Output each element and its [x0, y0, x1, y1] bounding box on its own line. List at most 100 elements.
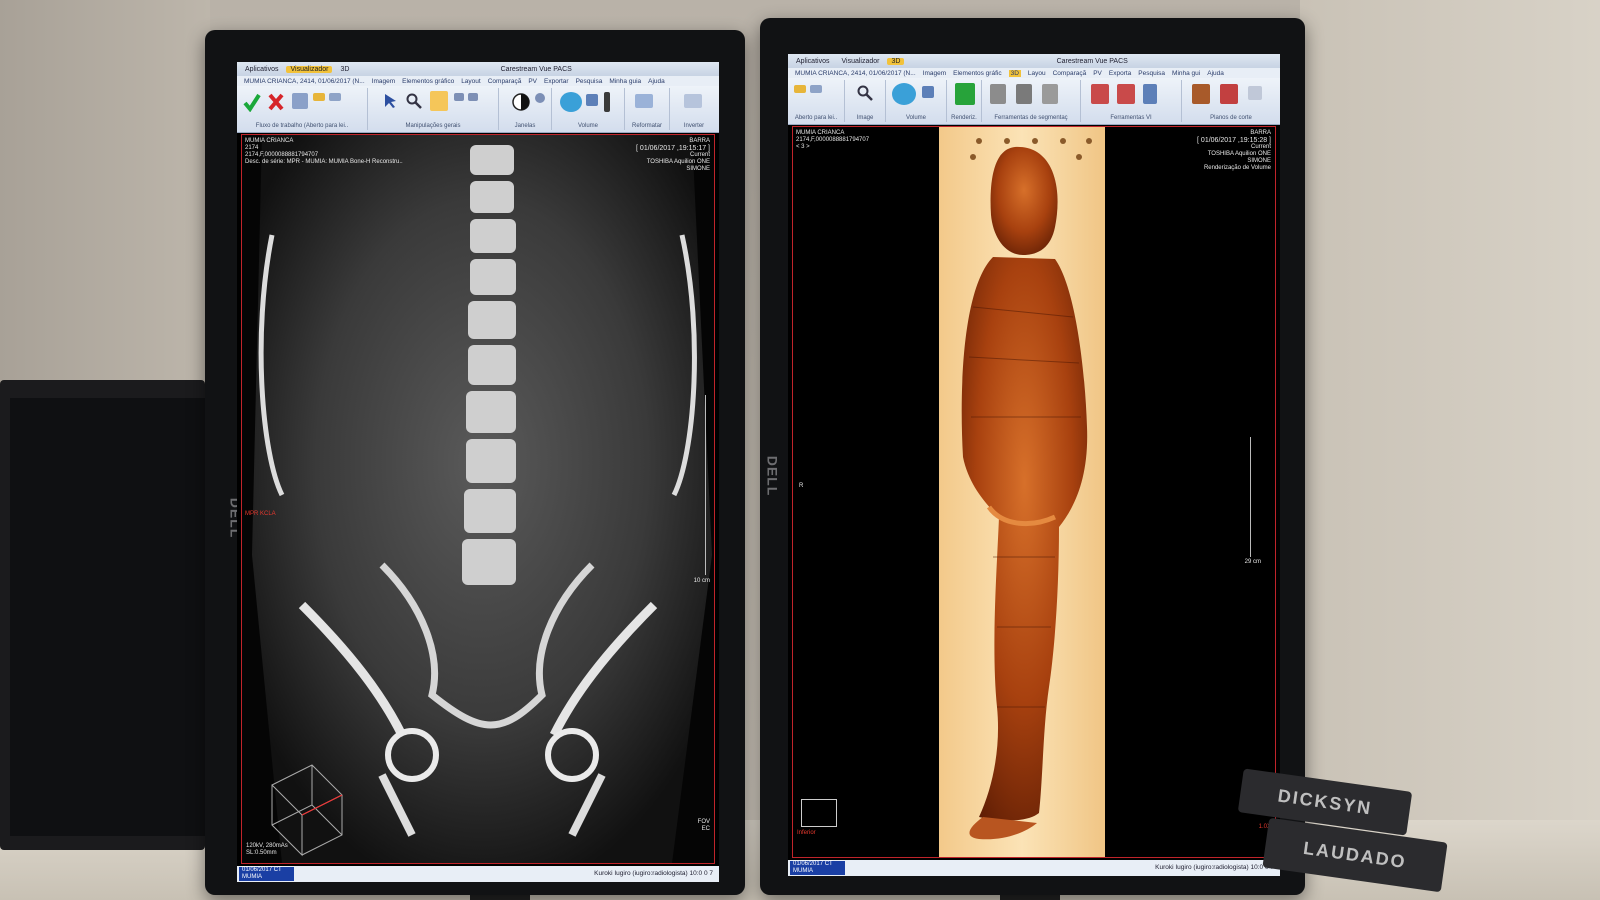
left-menu-pv[interactable]: PV	[528, 78, 537, 85]
print-icon-right[interactable]	[810, 85, 822, 93]
left-menubar: MUMIA CRIANCA, 2414, 01/06/2017 (N... Im…	[237, 76, 719, 86]
left-study-tab[interactable]: 01/06/2017 CT MUMIA	[239, 867, 294, 881]
left-menu-elementos[interactable]: Elementos gráfico	[402, 78, 454, 85]
left-scale-label: 10 cm	[693, 578, 710, 584]
invert-icon[interactable]	[684, 94, 702, 108]
reformat-icon[interactable]	[635, 94, 653, 108]
right-group-workflow: Aberto para lei..	[788, 80, 845, 122]
vessel-remove-icon[interactable]	[1117, 84, 1135, 104]
dell-logo-right: DELL	[764, 455, 781, 497]
right-app-title: Carestream Vue PACS	[1056, 57, 1128, 65]
left-menu-imagem[interactable]: Imagem	[372, 78, 395, 85]
folder-icon[interactable]	[313, 93, 325, 101]
ct-coronal-image	[242, 135, 714, 863]
pan-hand-icon[interactable]	[430, 91, 448, 111]
window-level-icon[interactable]	[511, 92, 531, 112]
right-group-renderiz: Renderiz.	[947, 80, 982, 122]
right-screen: Aplicativos Visualizador 3D Carestream V…	[788, 54, 1280, 876]
left-group-manipulacoes: Manipulações gerais	[368, 88, 499, 130]
zoom-icon[interactable]	[406, 93, 422, 109]
right-group-vi-label: Ferramentas VI	[1110, 115, 1152, 121]
right-orientation-marker: R	[799, 483, 804, 489]
right-tab-visualizador[interactable]: Visualizador	[837, 58, 883, 65]
left-menu-exportar[interactable]: Exportar	[544, 78, 569, 85]
left-scale-bar	[705, 395, 706, 575]
zoom-icon-right[interactable]	[857, 85, 873, 101]
right-menu-3d[interactable]: 3D	[1008, 69, 1021, 77]
left-overlay-bottom-left: 120kV, 280mAs SL:0.50mm	[246, 843, 288, 856]
right-ribbon: Aberto para lei.. Image Volume Renderiz.	[788, 78, 1280, 125]
left-tab-visualizador[interactable]: Visualizador	[286, 65, 333, 73]
right-menu-minha-guia[interactable]: Minha gui	[1172, 70, 1200, 77]
left-group-janelas: Janelas	[499, 88, 552, 130]
right-group-segmentacao-label: Ferramentas de segmentaç	[994, 115, 1068, 121]
right-group-vi: Ferramentas VI	[1081, 80, 1182, 122]
right-group-volume: Volume	[886, 80, 947, 122]
right-monitor: DELL Aplicativos Visualizador 3D Carestr…	[760, 18, 1305, 895]
left-screen: Aplicativos Visualizador 3D Carestream V…	[237, 62, 719, 882]
right-group-image: Image	[845, 80, 886, 122]
left-ct-viewport[interactable]: MUMIA CRIANCA 2174 2174,F,0000088881794707…	[241, 134, 715, 864]
slab-icon[interactable]	[604, 92, 610, 112]
right-study-tab[interactable]: 01/06/2017 CT MUMIA	[790, 861, 845, 875]
left-overlay-mpr-label: MPR KCLA	[245, 511, 276, 517]
bone-removal-icon[interactable]	[1016, 84, 1032, 104]
left-menu-comparacao[interactable]: Comparaçã	[488, 78, 522, 85]
volume-icon[interactable]	[560, 92, 582, 112]
right-menu-pesquisa[interactable]: Pesquisa	[1138, 70, 1165, 77]
left-group-janelas-label: Janelas	[514, 123, 536, 129]
left-group-inverter-label: Inverter	[683, 123, 705, 129]
box-icon[interactable]	[1248, 86, 1262, 100]
sculpt-icon[interactable]	[990, 84, 1006, 104]
right-3d-viewport[interactable]: MUMIA CRIANCA 2174,F,0000088881794707 < 3 …	[792, 126, 1276, 858]
pointer-icon[interactable]	[382, 93, 398, 109]
right-tab-3d[interactable]: 3D	[887, 57, 905, 65]
left-group-workflow: Fluxo de trabalho (Aberto para lei..	[237, 88, 368, 130]
vessel-add-icon[interactable]	[1091, 84, 1109, 104]
right-menu-pv[interactable]: PV	[1093, 70, 1102, 77]
left-group-workflow-label: Fluxo de trabalho (Aberto para lei..	[255, 123, 349, 129]
right-overlay-top-left: MUMIA CRIANCA 2174,F,0000088881794707 < 3 …	[796, 130, 870, 150]
right-statusbar: 01/06/2017 CT MUMIA Kuroki Iugiro (iugir…	[788, 860, 1280, 876]
right-group-renderiz-label: Renderiz.	[951, 115, 977, 121]
left-group-volume-label: Volume	[577, 123, 598, 129]
render-icon[interactable]	[955, 83, 975, 105]
report-icon[interactable]	[292, 93, 308, 109]
rotate-icon[interactable]	[454, 93, 464, 101]
left-statusbar: 01/06/2017 CT MUMIA Kuroki Iugiro (iugir…	[237, 866, 719, 882]
check-icon[interactable]	[243, 92, 261, 113]
left-menu-pesquisa[interactable]: Pesquisa	[576, 78, 603, 85]
segment-icon[interactable]	[1042, 84, 1058, 104]
right-menu-imagem[interactable]: Imagem	[923, 70, 946, 77]
flip-icon[interactable]	[468, 93, 478, 101]
right-menu-layout[interactable]: Layou	[1028, 70, 1046, 77]
left-tab-3d[interactable]: 3D	[336, 66, 353, 73]
clip-icon[interactable]	[1220, 84, 1238, 104]
left-user-status: Kuroki Iugiro (iugiro:radiologista) 10:0…	[594, 870, 713, 877]
left-monitor: DELL Aplicativos Visualizador 3D Carestr…	[205, 30, 745, 895]
right-menu-ajuda[interactable]: Ajuda	[1207, 70, 1224, 77]
mpr-icon-right[interactable]	[922, 86, 934, 98]
right-group-volume-label: Volume	[905, 115, 926, 121]
print-icon[interactable]	[329, 93, 341, 101]
left-menu-ajuda[interactable]: Ajuda	[648, 78, 665, 85]
left-menu-layout[interactable]: Layout	[461, 78, 481, 85]
mpr-icon[interactable]	[586, 94, 598, 106]
preset-icon[interactable]	[535, 93, 545, 103]
close-icon[interactable]	[267, 92, 285, 112]
right-menu-exportar[interactable]: Exporta	[1109, 70, 1131, 77]
orientation-cube-icon[interactable]	[801, 799, 837, 827]
left-study-title: MUMIA CRIANCA, 2414, 01/06/2017 (N...	[244, 77, 365, 85]
right-menu-elementos[interactable]: Elementos gráfic	[953, 70, 1001, 77]
volume-icon-right[interactable]	[892, 83, 916, 105]
folder-icon-right[interactable]	[794, 85, 806, 93]
right-study-title: MUMIA CRIANCA, 2414, 01/06/2017 (N...	[795, 69, 916, 77]
cut-plane-icon[interactable]	[1192, 84, 1210, 104]
right-menu-comparacao[interactable]: Comparaçã	[1053, 70, 1087, 77]
right-tab-aplicativos[interactable]: Aplicativos	[792, 58, 833, 65]
left-tab-aplicativos[interactable]: Aplicativos	[241, 66, 282, 73]
left-group-inverter: Inverter	[670, 88, 718, 130]
left-group-reformatar: Reformatar	[625, 88, 670, 130]
save-icon[interactable]	[1143, 84, 1157, 104]
left-menu-minha-guia[interactable]: Minha guia	[609, 78, 641, 85]
